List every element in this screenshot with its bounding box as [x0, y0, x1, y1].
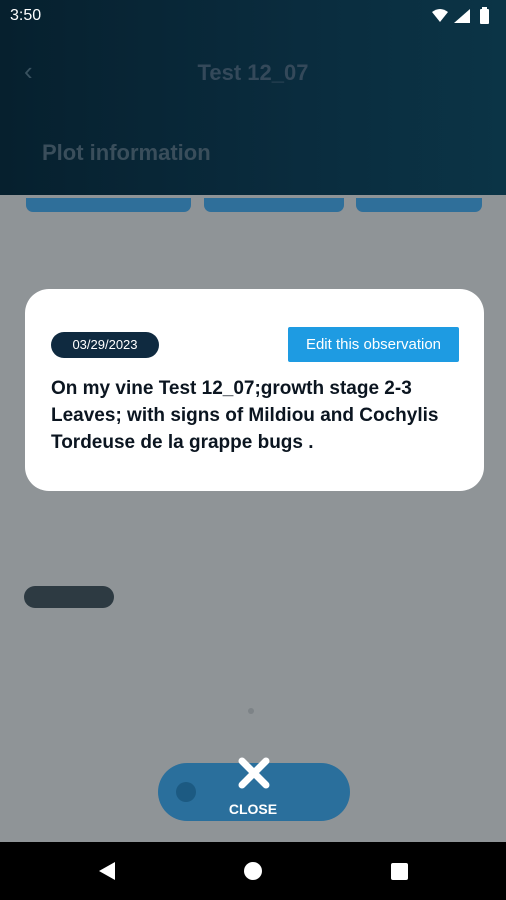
battery-icon: [480, 9, 489, 24]
screen: 3:50 ‹ Test 12_07 Plot information 03/29…: [0, 0, 506, 900]
status-time: 3:50: [10, 7, 42, 24]
edit-observation-button[interactable]: Edit this observation: [288, 327, 459, 362]
bg-pill: [204, 198, 344, 212]
close-icon[interactable]: [236, 755, 272, 791]
status-icons: [432, 7, 489, 24]
tab-plot-information[interactable]: Plot information: [42, 140, 211, 166]
status-bar: 3:50: [0, 0, 506, 32]
nav-home-icon[interactable]: [244, 862, 262, 880]
bg-pill: [356, 198, 482, 212]
close-button-label[interactable]: CLOSE: [0, 801, 506, 817]
date-badge: 03/29/2023: [51, 332, 159, 358]
nav-back-icon[interactable]: [97, 861, 117, 881]
page-title: Test 12_07: [197, 60, 309, 85]
bg-dot: [248, 708, 254, 714]
wifi-icon: [432, 9, 448, 22]
bg-chip: [24, 586, 114, 608]
bg-pill: [26, 198, 191, 212]
bg-fab-icon: [176, 782, 196, 802]
signal-icon: [454, 9, 470, 23]
nav-recents-icon[interactable]: [391, 863, 408, 880]
observation-text: On my vine Test 12_07;growth stage 2-3 L…: [51, 378, 439, 453]
observation-dialog: 03/29/2023 Edit this observation On my v…: [25, 289, 484, 491]
